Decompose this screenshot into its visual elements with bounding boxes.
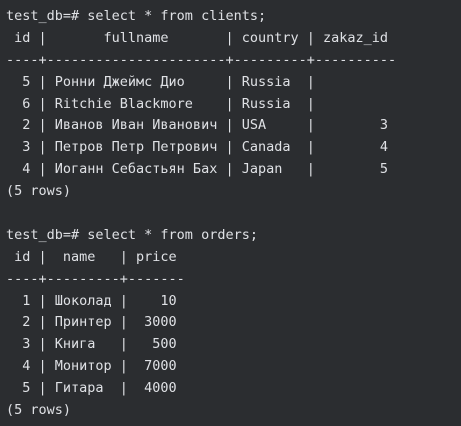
table-row: 3 | Книга | 500	[6, 336, 177, 353]
table-row: 2 | Принтер | 3000	[6, 314, 177, 331]
table-row: 6 | Ritchie Blackmore | Russia |	[6, 95, 315, 112]
table-header: id | fullname | country | zakaz_id	[6, 29, 389, 46]
row-count: (5 rows)	[6, 402, 72, 419]
table-row: 2 | Иванов Иван Иванович | USA | 3	[6, 117, 389, 134]
table-row: 4 | Иоганн Себастьян Бах | Japan | 5	[6, 161, 389, 178]
prompt-command: test_db=# select * from orders;	[6, 226, 258, 243]
table-row: 3 | Петров Петр Петрович | Canada | 4	[6, 139, 389, 156]
table-row: 1 | Шоколад | 10	[6, 292, 177, 309]
terminal-output[interactable]: test_db=# select * from clients; id | fu…	[0, 0, 461, 426]
table-separator: ----+----------------------+---------+--…	[6, 51, 397, 68]
table-row: 4 | Монитор | 7000	[6, 358, 177, 375]
row-count: (5 rows)	[6, 183, 72, 200]
table-row: 5 | Ронни Джеймс Дио | Russia |	[6, 73, 315, 90]
table-row: 5 | Гитара | 4000	[6, 380, 177, 397]
prompt-command: test_db=# select * from clients;	[6, 8, 267, 24]
table-separator: ----+---------+-------	[6, 270, 185, 287]
table-header: id | name | price	[6, 248, 177, 265]
